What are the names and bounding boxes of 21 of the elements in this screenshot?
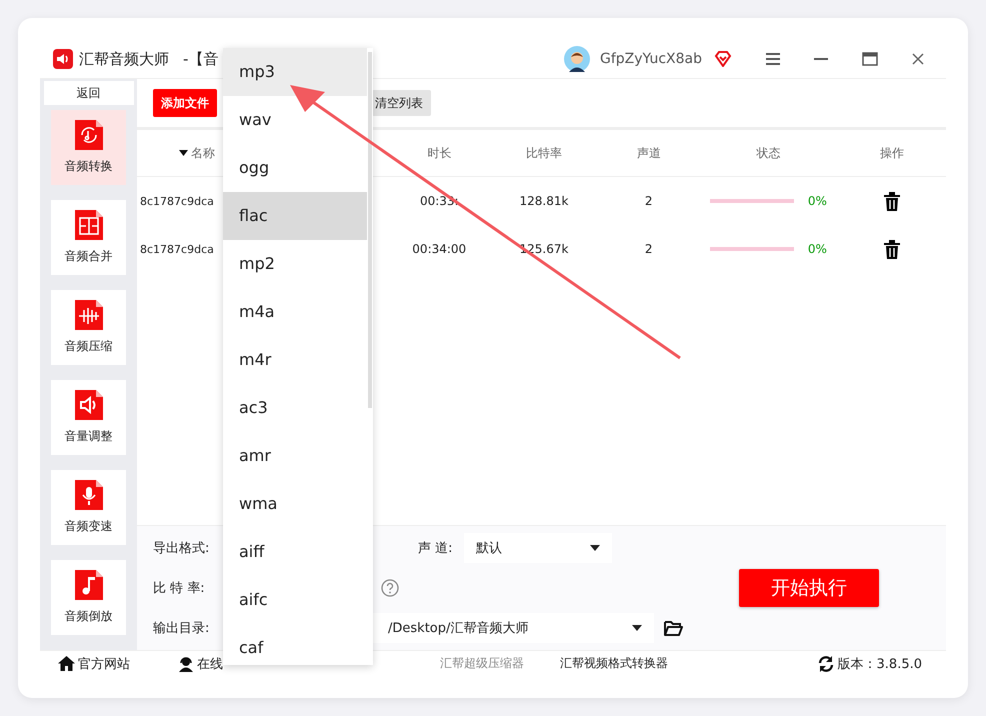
channels-cell-text: 2 [644, 242, 654, 256]
column-title: 操作 [880, 144, 904, 162]
output-label: 输出目录: [153, 620, 210, 637]
duration-cell-text: 00:34:00 [411, 242, 468, 256]
file-name-cell-text: 8c1787c9dca [139, 242, 215, 256]
version-text: 版本：3.8.5.0 [838, 656, 922, 672]
bitrate-cell-text: 128.81k [518, 194, 570, 208]
window-subtitle: -【音 [183, 50, 218, 68]
column-title: 声道 [636, 144, 661, 162]
column-title: 名称 [190, 144, 215, 162]
format-label: 导出格式: [153, 540, 210, 557]
channels-cell-text: 2 [644, 194, 654, 208]
channel-label: 声 道: [418, 540, 454, 557]
progress-percent: 0% [808, 194, 827, 208]
column-title: 比特率 [526, 144, 562, 162]
window-title: 汇帮音频大师 [79, 50, 169, 68]
progress-percent: 0% [808, 242, 827, 256]
file-name-cell-text: 8c1787c9dca [139, 194, 215, 208]
bitrate-label: 比 特 率: [153, 580, 206, 597]
column-title: 状态 [756, 144, 781, 162]
column-title: 时长 [427, 144, 452, 162]
